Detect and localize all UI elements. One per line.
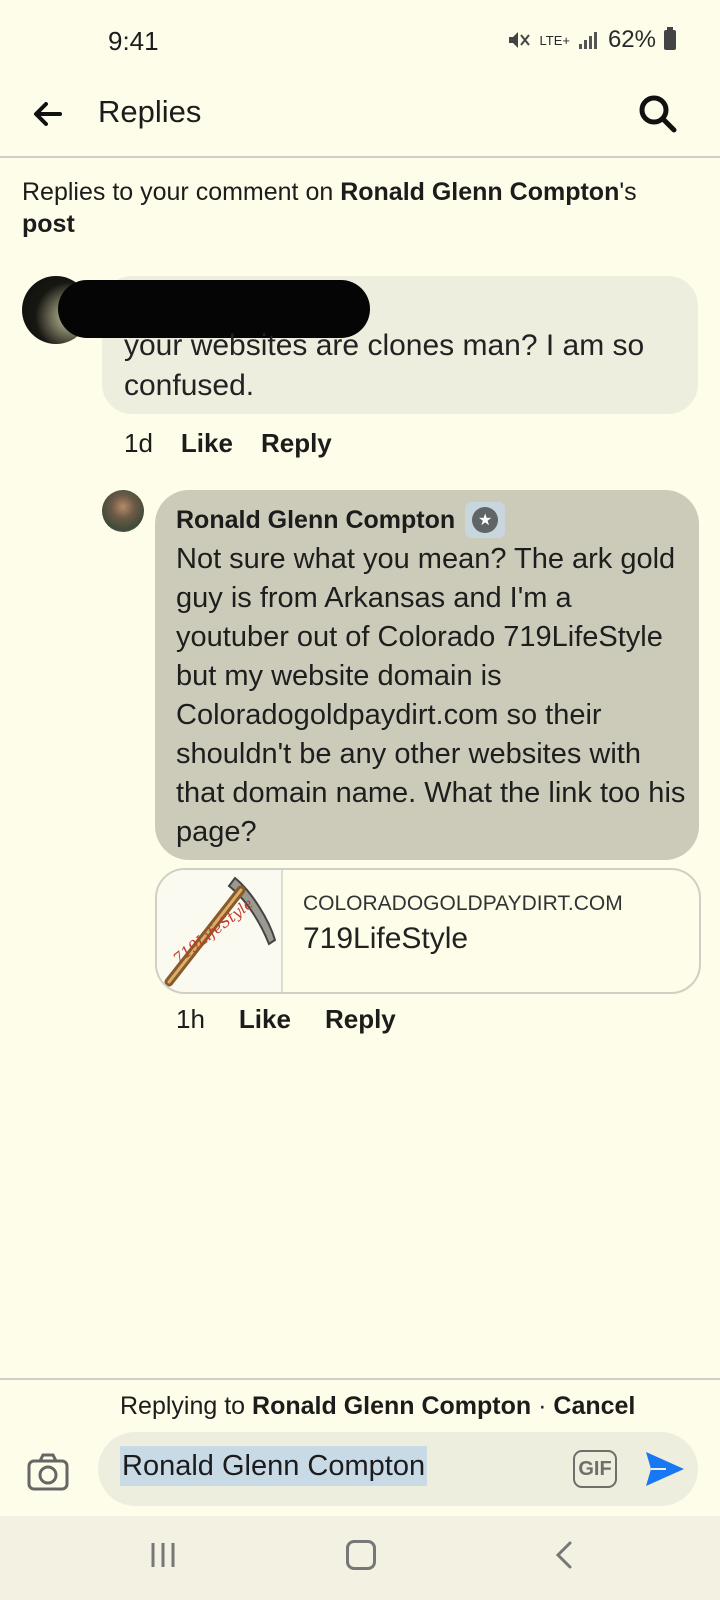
author-badge: ★ [465,502,506,538]
status-time: 9:41 [108,26,159,56]
avatar[interactable] [102,490,144,532]
home-button[interactable] [346,1540,376,1570]
link-thumbnail: 719LifeStyle [157,870,283,992]
recent-apps-icon [151,1543,175,1567]
page-title: Replies [98,94,202,129]
back-button[interactable] [26,92,70,136]
link-title: 719LifeStyle [303,922,469,955]
composer-divider [0,1378,720,1380]
mute-icon [509,32,531,48]
recent-apps-button[interactable] [148,1540,178,1570]
comment-time: 1d [124,428,153,458]
reply-author[interactable]: Ronald Glenn Compton ★ [176,502,506,538]
reply-actions: 1h Like Reply [176,1004,396,1035]
post-link[interactable]: post [22,210,75,238]
like-button[interactable]: Like [181,428,233,459]
comment-text: your websites are clones man? I am so co… [124,329,645,402]
link-preview[interactable]: 719LifeStyle COLORADOGOLDPAYDIRT.COM 719… [155,868,701,994]
header-divider [0,156,720,158]
thumb-text: 719LifeStyle [170,894,257,968]
battery-percent: 62% [607,26,656,53]
replies-intro: Replies to your comment on Ronald Glenn … [22,178,637,238]
back-arrow-icon [34,102,62,126]
like-button[interactable]: Like [239,1004,291,1035]
signal-icon [578,32,597,49]
replying-to-label: Replying to Ronald Glenn Compton · Cance… [120,1392,636,1420]
camera-button[interactable] [26,1452,70,1492]
network-label: LTE+ [539,32,570,48]
reply-button[interactable]: Reply [261,428,332,459]
reply-time: 1h [176,1004,205,1034]
reply-author-name[interactable]: Ronald Glenn Compton [176,506,455,535]
star-icon: ★ [472,507,499,533]
comment-actions: 1d Like Reply [124,428,332,459]
search-icon [639,95,677,133]
send-icon [646,1452,684,1486]
replying-to-name: Ronald Glenn Compton [252,1392,532,1420]
gif-button[interactable]: GIF [573,1450,617,1488]
cancel-button[interactable]: Cancel [553,1392,635,1420]
link-domain: COLORADOGOLDPAYDIRT.COM [303,892,623,915]
post-author-link[interactable]: Ronald Glenn Compton [340,178,619,206]
status-icons: LTE+ 62% [507,26,676,54]
chevron-left-icon [555,1541,572,1569]
reply-text: Not sure what you mean? The ark gold guy… [176,543,686,848]
camera-icon [27,1453,69,1491]
reply-button[interactable]: Reply [325,1004,396,1035]
send-button[interactable] [642,1446,688,1492]
comment-input-value[interactable]: Ronald Glenn Compton [120,1446,428,1486]
search-button[interactable] [636,92,680,136]
battery-icon [664,27,676,50]
pickaxe-icon: 719LifeStyle [164,876,277,987]
system-back-button[interactable] [552,1540,576,1570]
